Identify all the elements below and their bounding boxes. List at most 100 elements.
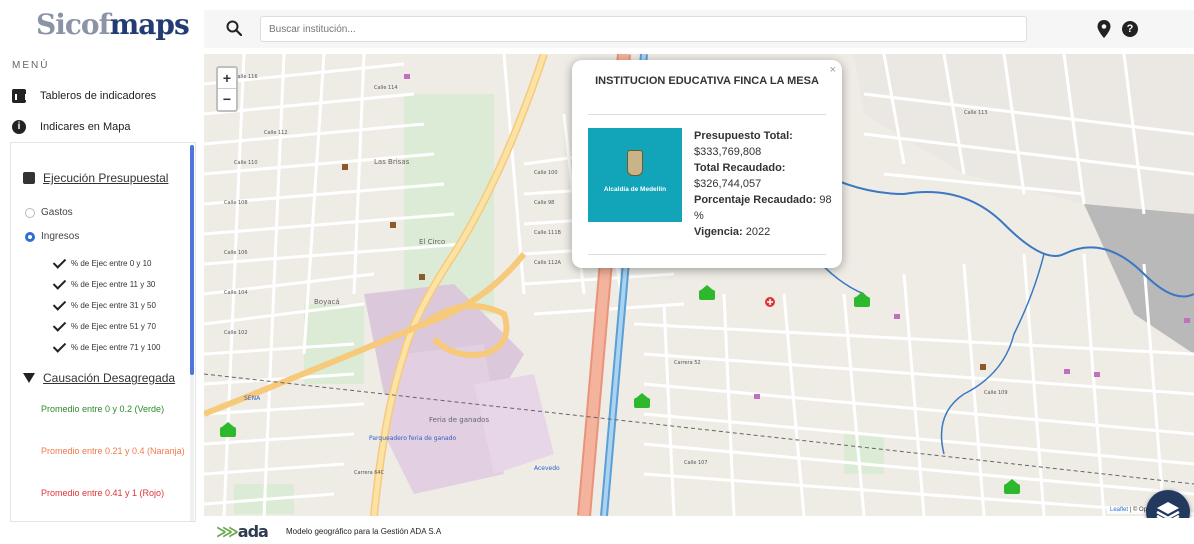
place-label: Parqueadero feria de ganado [369, 435, 456, 442]
logo-part2: maps [109, 8, 190, 41]
info-icon: i [12, 120, 26, 134]
street-label: Calle 107 [684, 460, 708, 466]
bar-chart-icon [12, 89, 27, 103]
logo-part1: Sicof [36, 8, 111, 41]
search-icon[interactable] [226, 20, 242, 36]
vigencia-label: Vigencia: [694, 226, 743, 238]
menu-item-indicadores-mapa[interactable]: i Indicares en Mapa [12, 116, 131, 138]
check-ejec-51-70[interactable]: % de Ejec entre 51 y 70 [53, 320, 156, 332]
place-label: El Circo [419, 238, 445, 246]
street-label: Calle 104 [224, 290, 248, 296]
zoom-control: + − [216, 66, 238, 112]
school-marker-icon[interactable] [220, 422, 236, 437]
popup-title: INSTITUCION EDUCATIVA FINCA LA MESA [595, 75, 819, 87]
zoom-out-button[interactable]: − [218, 89, 236, 110]
street-label: Calle 100 [534, 170, 558, 176]
footer: ⋙ada Modelo geográfico para la Gestión A… [204, 518, 1194, 544]
funnel-icon [23, 373, 35, 383]
help-icon[interactable]: ? [1122, 21, 1138, 37]
menu-item-tableros[interactable]: Tableros de indicadores [12, 85, 156, 107]
radio-circle-icon[interactable] [25, 207, 35, 218]
search-input[interactable] [260, 16, 1027, 42]
check-label: % de Ejec entre 0 y 10 [71, 258, 152, 268]
sidebar: Sicofmaps MENÚ Tableros de indicadores i… [0, 0, 204, 544]
divider [588, 254, 826, 255]
legend-verde: Promedio entre 0 y 0.2 (Verde) [41, 404, 165, 414]
check-ejec-11-30[interactable]: % de Ejec entre 11 y 30 [53, 278, 155, 290]
street-label: Calle 114 [374, 85, 398, 91]
leaflet-link[interactable]: Leaflet [1110, 507, 1128, 513]
street-label: Calle 113 [964, 110, 988, 116]
location-pin-icon[interactable] [1097, 20, 1111, 38]
radio-label: Gastos [41, 207, 73, 218]
radio-selected-icon[interactable] [25, 231, 35, 242]
check-ejec-0-10[interactable]: % de Ejec entre 0 y 10 [53, 257, 152, 269]
zoom-in-button[interactable]: + [218, 68, 236, 89]
app-logo[interactable]: Sicofmaps [36, 8, 190, 41]
recaudado-value: $326,744,057 [694, 178, 762, 190]
check-ejec-31-50[interactable]: % de Ejec entre 31 y 50 [53, 299, 156, 311]
institution-logo: Alcaldía de Medellín [588, 128, 682, 222]
filter-scrollbar-thumb[interactable] [190, 145, 194, 375]
street-label: Calle 110 [234, 160, 258, 166]
check-label: % de Ejec entre 11 y 30 [71, 279, 156, 289]
school-marker-icon[interactable] [1004, 479, 1020, 494]
checkmark-icon[interactable] [53, 341, 69, 353]
place-label: Las Brisas [374, 158, 410, 166]
top-bar: ? [204, 10, 1194, 48]
place-label: Acevedo [534, 465, 560, 472]
street-label: Calle 98 [534, 200, 554, 206]
recaudado-label: Total Recaudado: [694, 162, 786, 174]
institution-popup: × INSTITUCION EDUCATIVA FINCA LA MESA Al… [572, 60, 842, 268]
divider [588, 114, 826, 115]
checkmark-icon[interactable] [53, 257, 69, 269]
map-attribution: Leaflet | © Op [1107, 506, 1150, 514]
vigencia-value: 2022 [745, 226, 771, 238]
street-label: Calle 106 [224, 250, 248, 256]
place-label: SENA [244, 395, 261, 402]
check-label: % de Ejec entre 71 y 100 [71, 342, 161, 352]
section-title: Ejecución Presupuestal [43, 171, 169, 185]
ada-logo[interactable]: ⋙ada [216, 522, 269, 541]
menu-item-label: Indicares en Mapa [40, 121, 131, 133]
radio-ingresos[interactable]: Ingresos [25, 231, 79, 242]
school-marker-icon[interactable] [634, 393, 650, 408]
school-marker-icon[interactable] [854, 292, 870, 307]
legend-naranja: Promedio entre 0.21 y 0.4 (Naranja) [41, 446, 185, 456]
menu-item-label: Tableros de indicadores [40, 90, 157, 102]
coat-of-arms-icon [627, 150, 643, 176]
street-label: Carrera 52 [674, 360, 701, 366]
close-icon[interactable]: × [830, 64, 836, 76]
menu-heading: MENÚ [12, 60, 50, 71]
place-label: Boyacá [314, 298, 340, 306]
check-ejec-71-100[interactable]: % de Ejec entre 71 y 100 [53, 341, 160, 353]
school-marker-icon[interactable] [699, 285, 715, 300]
check-label: % de Ejec entre 31 y 50 [71, 300, 156, 310]
presupuesto-label: Presupuesto Total: [694, 130, 793, 142]
attribution-text: | © Op [1128, 507, 1147, 513]
popup-info: Presupuesto Total: $333,769,808 Total Re… [694, 128, 834, 240]
street-label: Calle 112 [264, 130, 288, 136]
place-label: Feria de ganados [429, 416, 489, 424]
logo-caption: Alcaldía de Medellín [603, 186, 667, 193]
radio-label: Ingresos [41, 231, 80, 242]
street-label: Calle 111B [534, 230, 562, 236]
section-ejecucion-presupuestal[interactable]: Ejecución Presupuestal [23, 171, 168, 185]
street-label: Calle 102 [224, 330, 248, 336]
radio-gastos[interactable]: Gastos [25, 207, 73, 218]
filter-panel: Ejecución Presupuestal Gastos Ingresos %… [10, 142, 196, 522]
porcentaje-label: Porcentaje Recaudado: [694, 194, 817, 206]
footer-text: Modelo geográfico para la Gestión ADA S.… [286, 527, 442, 536]
street-label: Carrera 64C [354, 470, 385, 476]
legend-rojo: Promedio entre 0.41 y 1 (Rojo) [41, 488, 165, 498]
street-label: Calle 109 [984, 390, 1008, 396]
section-title: Causación Desagregada [43, 371, 176, 385]
presupuesto-value: $333,769,808 [694, 146, 762, 158]
checkmark-icon[interactable] [53, 299, 69, 311]
section-causacion-desagregada[interactable]: Causación Desagregada [23, 371, 175, 385]
checkmark-icon[interactable] [53, 278, 69, 290]
checkmark-icon[interactable] [53, 320, 69, 332]
database-icon [23, 172, 35, 184]
street-label: Calle 112A [534, 260, 562, 266]
street-label: Calle 108 [224, 200, 248, 206]
